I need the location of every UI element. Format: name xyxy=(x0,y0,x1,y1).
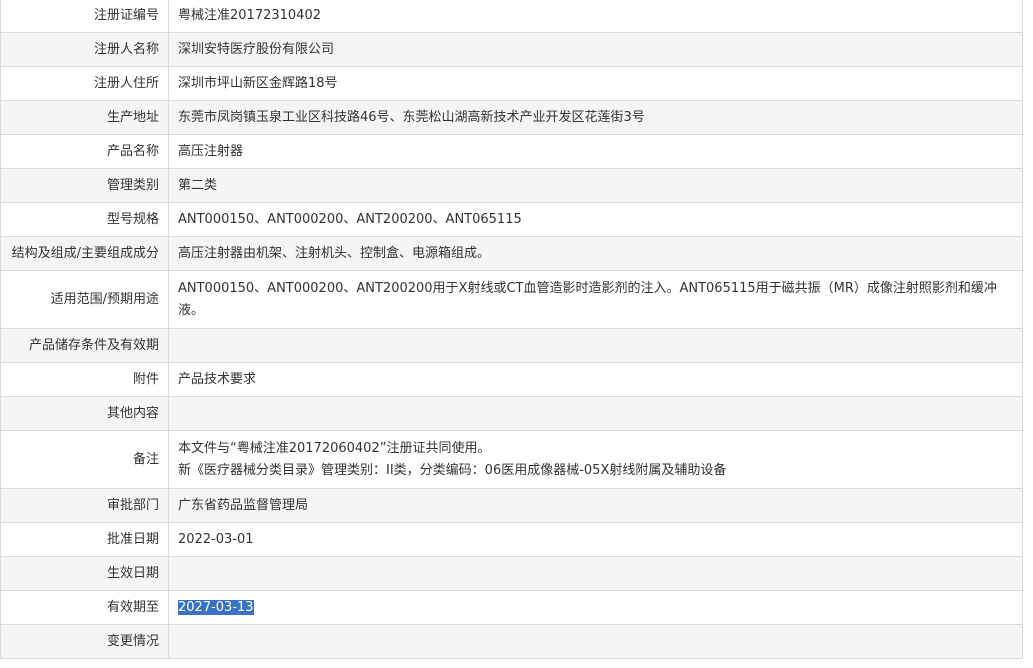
row-label: 生效日期 xyxy=(0,556,169,591)
table-row: 产品储存条件及有效期 xyxy=(0,328,1023,363)
row-label: 批准日期 xyxy=(0,522,169,557)
table-row: 管理类别 第二类 xyxy=(0,168,1023,203)
remark-line-1: 本文件与“粤械注准20172060402”注册证共同使用。 xyxy=(178,440,491,456)
row-label: 注册人名称 xyxy=(0,32,169,67)
table-row: 备注 本文件与“粤械注准20172060402”注册证共同使用。 新《医疗器械分… xyxy=(0,430,1023,489)
table-row: 注册证编号 粤械注准20172310402 xyxy=(0,0,1023,33)
row-value: 第二类 xyxy=(168,168,1023,203)
row-label: 产品名称 xyxy=(0,134,169,169)
row-label: 产品储存条件及有效期 xyxy=(0,328,169,363)
row-label: 其他内容 xyxy=(0,396,169,431)
row-value: 2022-03-01 xyxy=(168,522,1023,557)
row-value: 广东省药品监督管理局 xyxy=(168,488,1023,523)
row-label: 适用范围/预期用途 xyxy=(0,270,169,329)
row-value xyxy=(168,556,1023,591)
table-row: 生产地址 东莞市凤岗镇玉泉工业区科技路46号、东莞松山湖高新技术产业开发区花莲街… xyxy=(0,100,1023,135)
table-row: 注册人住所 深圳市坪山新区金辉路18号 xyxy=(0,66,1023,101)
row-label: 附件 xyxy=(0,362,169,397)
row-value: ANT000150、ANT000200、ANT200200、ANT065115 xyxy=(168,202,1023,237)
row-value: 2027-03-13 xyxy=(168,590,1023,625)
table-row: 适用范围/预期用途 ANT000150、ANT000200、ANT200200用… xyxy=(0,270,1023,329)
row-label: 备注 xyxy=(0,430,169,489)
row-label: 变更情况 xyxy=(0,624,169,659)
selected-text[interactable]: 2027-03-13 xyxy=(178,599,254,615)
row-value: 东莞市凤岗镇玉泉工业区科技路46号、东莞松山湖高新技术产业开发区花莲街3号 xyxy=(168,100,1023,135)
table-row: 审批部门 广东省药品监督管理局 xyxy=(0,488,1023,523)
row-label: 型号规格 xyxy=(0,202,169,237)
table-row: 附件 产品技术要求 xyxy=(0,362,1023,397)
row-value xyxy=(168,624,1023,659)
row-label: 生产地址 xyxy=(0,100,169,135)
table-row: 有效期至 2027-03-13 xyxy=(0,590,1023,625)
row-label: 注册证编号 xyxy=(0,0,169,33)
table-row: 注册人名称 深圳安特医疗股份有限公司 xyxy=(0,32,1023,67)
row-label: 结构及组成/主要组成成分 xyxy=(0,236,169,271)
remark-line-2: 新《医疗器械分类目录》管理类别：II类，分类编码：06医用成像器械-05X射线附… xyxy=(178,462,727,478)
table-row: 结构及组成/主要组成成分 高压注射器由机架、注射机头、控制盒、电源箱组成。 xyxy=(0,236,1023,271)
table-row: 产品名称 高压注射器 xyxy=(0,134,1023,169)
table-row: 变更情况 xyxy=(0,624,1023,659)
row-value xyxy=(168,396,1023,431)
registration-info-table: 注册证编号 粤械注准20172310402 注册人名称 深圳安特医疗股份有限公司… xyxy=(0,0,1023,659)
row-label: 审批部门 xyxy=(0,488,169,523)
row-value: 深圳市坪山新区金辉路18号 xyxy=(168,66,1023,101)
table-row: 其他内容 xyxy=(0,396,1023,431)
row-value: ANT000150、ANT000200、ANT200200用于X射线或CT血管造… xyxy=(168,270,1023,329)
row-value: 本文件与“粤械注准20172060402”注册证共同使用。 新《医疗器械分类目录… xyxy=(168,430,1023,489)
row-value: 高压注射器 xyxy=(168,134,1023,169)
table-row: 生效日期 xyxy=(0,556,1023,591)
row-value xyxy=(168,328,1023,363)
row-value: 深圳安特医疗股份有限公司 xyxy=(168,32,1023,67)
row-value: 产品技术要求 xyxy=(168,362,1023,397)
registration-table-container: 注册证编号 粤械注准20172310402 注册人名称 深圳安特医疗股份有限公司… xyxy=(0,0,1023,659)
table-row: 批准日期 2022-03-01 xyxy=(0,522,1023,557)
row-value: 粤械注准20172310402 xyxy=(168,0,1023,33)
row-label: 管理类别 xyxy=(0,168,169,203)
row-value: 高压注射器由机架、注射机头、控制盒、电源箱组成。 xyxy=(168,236,1023,271)
row-label: 注册人住所 xyxy=(0,66,169,101)
table-row: 型号规格 ANT000150、ANT000200、ANT200200、ANT06… xyxy=(0,202,1023,237)
row-label: 有效期至 xyxy=(0,590,169,625)
